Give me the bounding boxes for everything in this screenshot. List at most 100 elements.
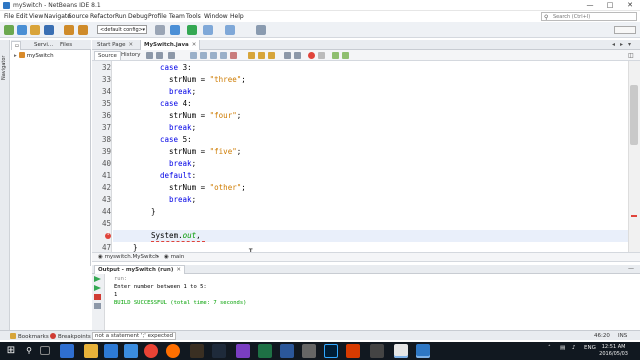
debug-icon[interactable] [203, 25, 213, 35]
tab-breakpoints[interactable]: Breakpoints [50, 333, 91, 340]
tab-projects[interactable]: ▫ [11, 41, 21, 50]
comment-icon[interactable] [332, 52, 339, 59]
tab-output[interactable]: Output - mySwitch (run) ✕ [94, 265, 185, 274]
start-icon[interactable]: ⊞ [4, 344, 18, 358]
chrome-icon[interactable] [144, 344, 158, 358]
breadcrumb-method[interactable]: ◉ main [164, 254, 184, 260]
undo-icon[interactable] [64, 25, 74, 35]
menu-file[interactable]: File [4, 13, 14, 20]
menu-team[interactable]: Team [169, 13, 185, 20]
photoshop-icon[interactable] [324, 344, 338, 358]
navigator-tab[interactable]: Navigator [1, 48, 9, 88]
edge-browser-icon[interactable] [60, 344, 74, 358]
file-explorer-icon[interactable] [84, 344, 98, 358]
back-icon[interactable] [156, 52, 163, 59]
build-icon[interactable] [155, 25, 165, 35]
find-selection-icon[interactable] [210, 52, 217, 59]
menu-navigate[interactable]: Navigate [44, 13, 71, 20]
close-button[interactable]: ✕ [620, 0, 640, 11]
start-macro-icon[interactable] [308, 52, 315, 59]
search-box[interactable]: ⚲ [541, 12, 637, 21]
menu-edit[interactable]: Edit [16, 13, 28, 20]
network-icon[interactable]: ▤ [560, 345, 565, 351]
menu-view[interactable]: View [29, 13, 43, 20]
firefox-icon[interactable] [166, 344, 180, 358]
split-editor-icon[interactable]: ◫ [628, 52, 634, 59]
tab-start-page[interactable]: Start Page ✕ [94, 40, 136, 50]
tray-overflow-icon[interactable]: ˄ [548, 345, 551, 351]
tab-services[interactable]: Servi... [31, 41, 56, 50]
powerpoint-icon[interactable] [346, 344, 360, 358]
tool-icon[interactable] [302, 344, 316, 358]
project-node[interactable]: ▸ mySwitch [14, 52, 54, 59]
scroll-right-icon[interactable]: ▸ [620, 41, 623, 48]
stop-icon[interactable] [94, 294, 101, 300]
scroll-left-icon[interactable]: ◂ [612, 41, 615, 48]
menu-refactor[interactable]: Refactor [90, 13, 115, 20]
shift-right-icon[interactable] [294, 52, 301, 59]
menu-tools[interactable]: Tools [186, 13, 201, 20]
next-bookmark-icon[interactable] [258, 52, 265, 59]
task-view-icon[interactable] [40, 346, 50, 355]
menu-debug[interactable]: Debug [128, 13, 148, 20]
find-next-icon[interactable] [200, 52, 207, 59]
menu-help[interactable]: Help [230, 13, 244, 20]
menu-profile[interactable]: Profile [148, 13, 167, 20]
new-file-icon[interactable] [4, 25, 14, 35]
store-icon[interactable] [104, 344, 118, 358]
toggle-bookmark-icon[interactable] [268, 52, 275, 59]
maximize-button[interactable]: □ [600, 0, 620, 11]
clean-build-icon[interactable] [170, 25, 180, 35]
minimize-button[interactable]: — [580, 0, 600, 11]
memory-indicator[interactable] [614, 26, 636, 34]
show-opened-documents-icon[interactable]: ▾ [628, 41, 631, 48]
settings-icon[interactable] [94, 303, 101, 309]
run-icon[interactable] [187, 25, 197, 35]
app-icon-2[interactable] [370, 344, 384, 358]
clock[interactable]: 12:51 AM 2016/05/03 [599, 344, 628, 358]
config-select[interactable]: <default config> ▾ [97, 25, 147, 34]
scrollbar-thumb[interactable] [630, 85, 638, 145]
toggle-highlight-icon[interactable] [220, 52, 227, 59]
menu-run[interactable]: Run [115, 13, 127, 20]
app-icon[interactable] [190, 344, 204, 358]
word-icon[interactable] [280, 344, 294, 358]
language-indicator[interactable]: ENG [584, 345, 596, 351]
visual-studio-icon[interactable] [236, 344, 250, 358]
minimize-panel-icon[interactable]: — [628, 265, 634, 272]
last-edit-icon[interactable] [146, 52, 153, 59]
open-project-icon[interactable] [30, 25, 40, 35]
search-icon[interactable]: ⚲ [22, 344, 36, 358]
forward-icon[interactable] [168, 52, 175, 59]
close-icon[interactable]: ✕ [129, 42, 134, 48]
stop-macro-icon[interactable] [318, 52, 325, 59]
error-stripe-marker[interactable] [631, 215, 637, 217]
close-icon[interactable]: ✕ [176, 267, 181, 273]
redo-icon[interactable] [78, 25, 88, 35]
tab-myswitch-java[interactable]: MySwitch.java ✕ [140, 40, 201, 50]
find-previous-icon[interactable] [190, 52, 197, 59]
shift-left-icon[interactable] [284, 52, 291, 59]
previous-bookmark-icon[interactable] [248, 52, 255, 59]
save-all-icon[interactable] [44, 25, 54, 35]
new-project-icon[interactable] [17, 25, 27, 35]
breadcrumb-class[interactable]: ◉ myswitch.MySwitch [98, 254, 159, 260]
excel-icon[interactable] [258, 344, 272, 358]
volume-icon[interactable]: ♪ [572, 345, 576, 351]
code-editor[interactable]: case 3: strNum = "three"; break; case 4: str… [113, 61, 628, 252]
menu-window[interactable]: Window [204, 13, 228, 20]
tab-files[interactable]: Files [57, 41, 75, 50]
source-tab[interactable]: Source [94, 51, 121, 60]
output-console[interactable]: run: Enter number between 1 to 5: 1 BUILD S… [106, 274, 640, 330]
search-input[interactable] [553, 13, 635, 20]
expand-icon[interactable]: ▸ [14, 53, 17, 59]
error-badge-icon[interactable] [105, 231, 111, 239]
cmd-icon[interactable] [394, 344, 408, 358]
netbeans-task-icon[interactable] [416, 344, 430, 358]
tab-bookmarks[interactable]: Bookmarks [10, 333, 49, 340]
close-icon[interactable]: ✕ [192, 42, 197, 48]
internet-explorer-icon[interactable] [124, 344, 138, 358]
profile-icon[interactable] [225, 25, 235, 35]
toggle-rectangular-selection-icon[interactable] [230, 52, 237, 59]
settings-gear-icon[interactable] [212, 344, 226, 358]
